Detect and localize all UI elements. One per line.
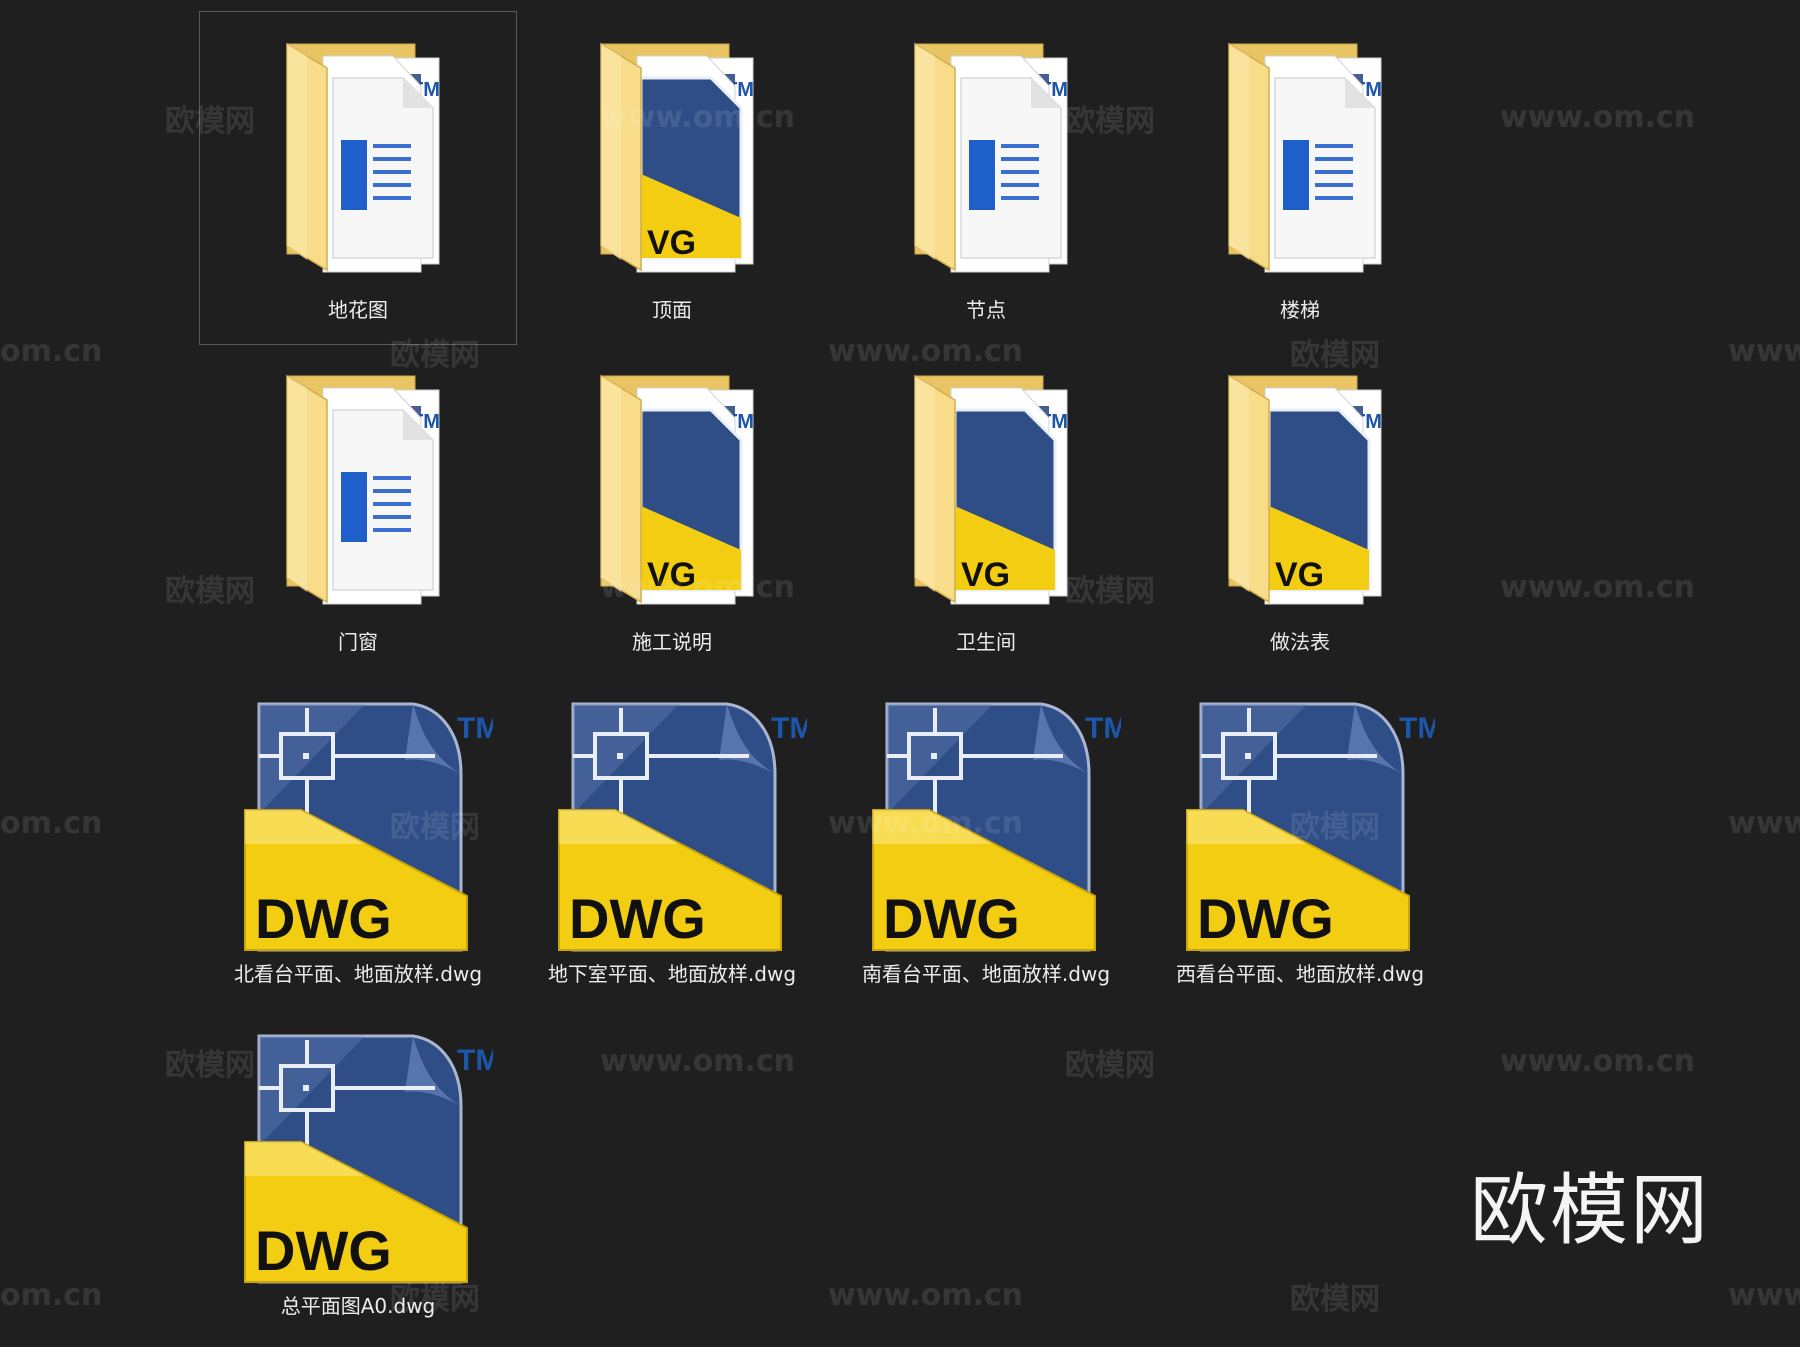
item-label: 门窗 <box>338 630 378 654</box>
folder-icon: TMVG <box>914 374 1068 605</box>
dwg-file-item[interactable]: DWG TM 总平面图A0.dwg <box>200 1008 516 1340</box>
brand-watermark: 欧模网 <box>1470 1166 1711 1256</box>
dwg-file-item[interactable]: DWG TM 北看台平面、地面放样.dwg <box>200 676 516 1008</box>
item-label: 做法表 <box>1270 630 1330 654</box>
svg-text:TM: TM <box>771 712 807 745</box>
svg-text:TM: TM <box>457 712 493 745</box>
folder-item[interactable]: TM VG 施工说明 <box>514 344 830 676</box>
folder-icon: TMVG <box>600 374 754 605</box>
svg-text:VG: VG <box>647 224 696 262</box>
item-label: 总平面图A0.dwg <box>280 1294 436 1318</box>
folder-item[interactable]: TM VG 顶面 <box>514 12 830 344</box>
item-label: 地花图 <box>328 298 388 322</box>
svg-text:TM: TM <box>457 1044 493 1077</box>
folder-icon: TM <box>914 42 1068 273</box>
item-label: 卫生间 <box>956 630 1016 654</box>
folder-icon: TM <box>286 374 440 605</box>
item-label: 楼梯 <box>1280 298 1320 322</box>
svg-text:DWG: DWG <box>255 887 392 950</box>
item-label: 施工说明 <box>632 630 712 654</box>
dwg-file-icon: DWG TM <box>1186 702 1435 952</box>
folder-icon: TMVG <box>600 42 754 273</box>
item-label: 北看台平面、地面放样.dwg <box>233 962 483 986</box>
svg-text:VG: VG <box>1275 556 1324 594</box>
svg-text:DWG: DWG <box>255 1219 392 1282</box>
dwg-file-item[interactable]: DWG TM 地下室平面、地面放样.dwg <box>514 676 830 1008</box>
file-grid: TM 地花图 TM VG 顶面 TM 节点 TM 楼梯 TM 门窗 TM VG 施工说明 TM VG 卫生间 TM… <box>0 0 1800 1347</box>
svg-text:DWG: DWG <box>883 887 1020 950</box>
svg-text:VG: VG <box>961 556 1010 594</box>
folder-item[interactable]: TM VG 卫生间 <box>828 344 1144 676</box>
item-label: 地下室平面、地面放样.dwg <box>547 962 797 986</box>
item-label: 西看台平面、地面放样.dwg <box>1175 962 1425 986</box>
dwg-file-icon: DWG TM <box>244 1034 493 1284</box>
folder-icon: TM <box>286 42 440 273</box>
dwg-file-icon: DWG TM <box>872 702 1121 952</box>
dwg-file-icon: DWG TM <box>244 702 493 952</box>
folder-icon: TM <box>1228 42 1382 273</box>
svg-text:TM: TM <box>1399 712 1435 745</box>
svg-text:TM: TM <box>1085 712 1121 745</box>
svg-text:DWG: DWG <box>1197 887 1334 950</box>
folder-item[interactable]: TM VG 做法表 <box>1142 344 1458 676</box>
folder-icon: TMVG <box>1228 374 1382 605</box>
dwg-file-icon: DWG TM <box>558 702 807 952</box>
folder-item[interactable]: TM 节点 <box>828 12 1144 344</box>
dwg-file-item[interactable]: DWG TM 南看台平面、地面放样.dwg <box>828 676 1144 1008</box>
folder-item[interactable]: TM 地花图 <box>199 11 517 345</box>
item-label: 南看台平面、地面放样.dwg <box>861 962 1111 986</box>
item-label: 节点 <box>966 298 1006 322</box>
folder-item[interactable]: TM 门窗 <box>200 344 516 676</box>
dwg-file-item[interactable]: DWG TM 西看台平面、地面放样.dwg <box>1142 676 1458 1008</box>
svg-text:VG: VG <box>647 556 696 594</box>
folder-item[interactable]: TM 楼梯 <box>1142 12 1458 344</box>
item-label: 顶面 <box>652 298 692 322</box>
svg-text:DWG: DWG <box>569 887 706 950</box>
